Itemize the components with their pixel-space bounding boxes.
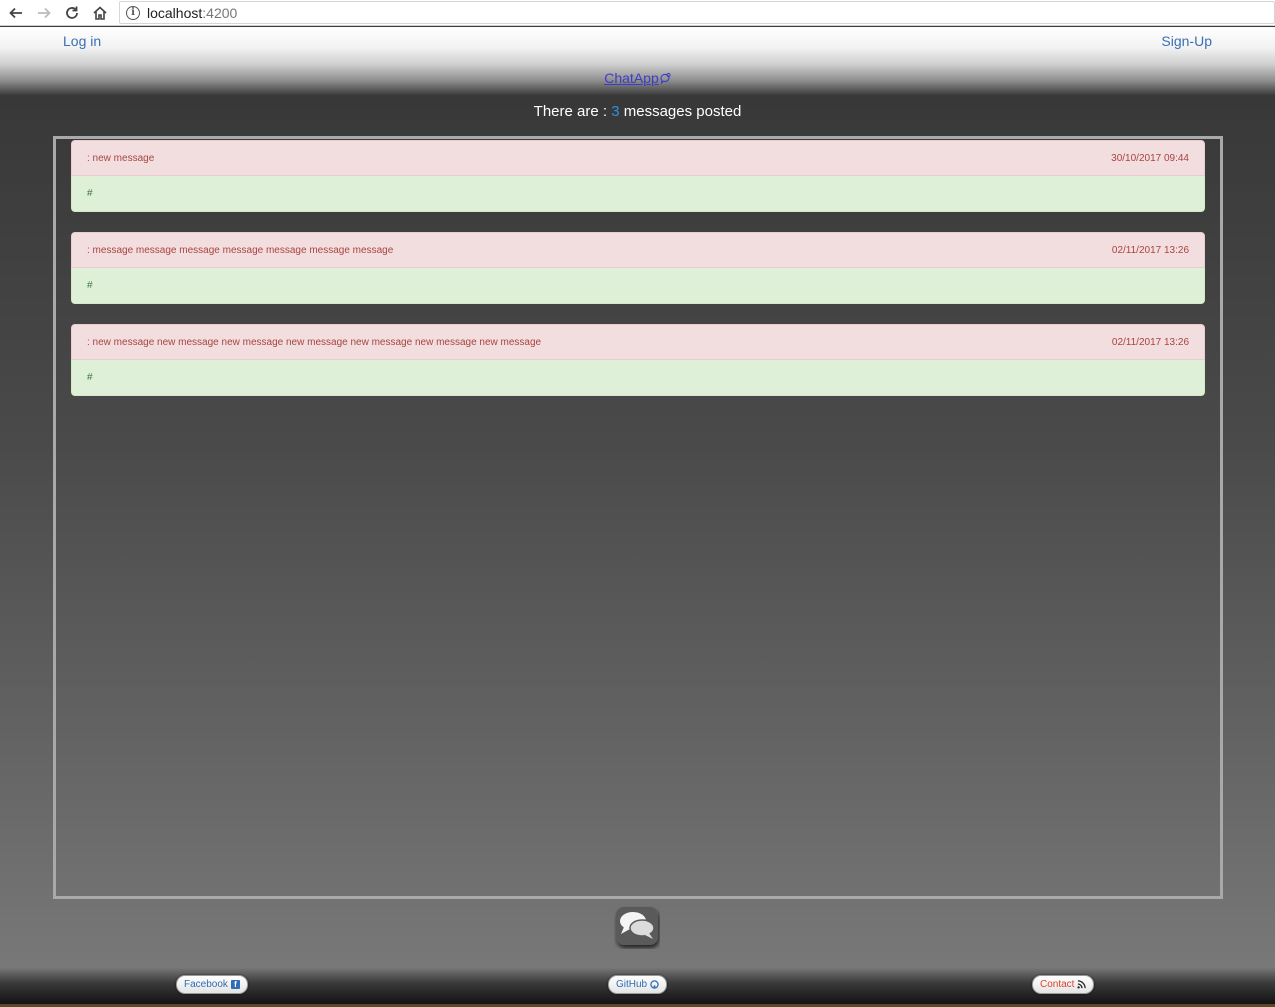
message-author-label: #: [87, 188, 93, 199]
page-footer: Facebook f GitHub Contact: [0, 967, 1275, 1007]
message-header: : message message message message messag…: [71, 232, 1205, 268]
counter-prefix: There are :: [533, 103, 612, 120]
message-text: : new message: [87, 152, 155, 164]
brand-chat-icon: [660, 72, 671, 85]
url-host: localhost: [147, 4, 203, 21]
address-bar[interactable]: i localhost :4200: [119, 1, 1275, 24]
signup-link[interactable]: Sign-Up: [1161, 33, 1212, 49]
message-header: : new message new message new message ne…: [71, 324, 1205, 360]
login-link[interactable]: Log in: [63, 33, 101, 49]
facebook-label: Facebook: [184, 979, 228, 990]
reload-button[interactable]: [58, 0, 86, 26]
info-icon[interactable]: i: [126, 5, 140, 20]
message-author: #: [71, 176, 1205, 212]
page-header: Log in Sign-Up ChatApp: [0, 27, 1275, 95]
new-message-button[interactable]: [614, 905, 660, 949]
message-item: : message message message message messag…: [71, 232, 1205, 304]
back-button[interactable]: [2, 0, 30, 26]
back-arrow-icon: [9, 7, 22, 19]
brand-link[interactable]: ChatApp: [0, 70, 1275, 86]
url-port: :4200: [202, 4, 238, 21]
message-item: : new message new message new message ne…: [71, 324, 1205, 396]
github-button[interactable]: GitHub: [608, 975, 668, 994]
message-counter: There are : 3 messages posted: [0, 103, 1275, 120]
message-item: : new message 30/10/2017 09:44 #: [71, 140, 1205, 212]
brand-label: ChatApp: [604, 70, 659, 86]
message-date: 02/11/2017 13:26: [1111, 336, 1189, 348]
home-icon: [93, 6, 107, 20]
message-author: #: [71, 360, 1205, 396]
message-date: 30/10/2017 09:44: [1111, 152, 1189, 164]
github-icon: [650, 980, 659, 989]
github-label: GitHub: [616, 979, 648, 990]
chat-bubbles-icon: [616, 907, 658, 945]
message-text: : message message message message messag…: [87, 244, 394, 256]
message-header: : new message 30/10/2017 09:44: [71, 140, 1205, 176]
forward-button[interactable]: [30, 0, 58, 26]
message-author-label: #: [87, 372, 93, 383]
counter-count: 3: [611, 103, 620, 120]
rss-icon: [1077, 980, 1087, 989]
main-content: There are : 3 messages posted : new mess…: [0, 95, 1275, 967]
facebook-button[interactable]: Facebook f: [176, 975, 248, 994]
forward-arrow-icon: [38, 7, 51, 19]
counter-suffix: messages posted: [619, 103, 742, 120]
contact-label: Contact: [1040, 979, 1075, 990]
message-date: 02/11/2017 13:26: [1111, 244, 1189, 256]
message-list[interactable]: : new message 30/10/2017 09:44 # : messa…: [53, 136, 1223, 899]
reload-icon: [66, 6, 78, 19]
browser-toolbar: i localhost :4200: [0, 0, 1275, 26]
message-author-label: #: [87, 280, 93, 291]
contact-button[interactable]: Contact: [1032, 975, 1095, 994]
home-button[interactable]: [86, 0, 114, 26]
message-text: : new message new message new message ne…: [87, 336, 542, 348]
facebook-icon: f: [230, 980, 240, 989]
message-author: #: [71, 268, 1205, 304]
